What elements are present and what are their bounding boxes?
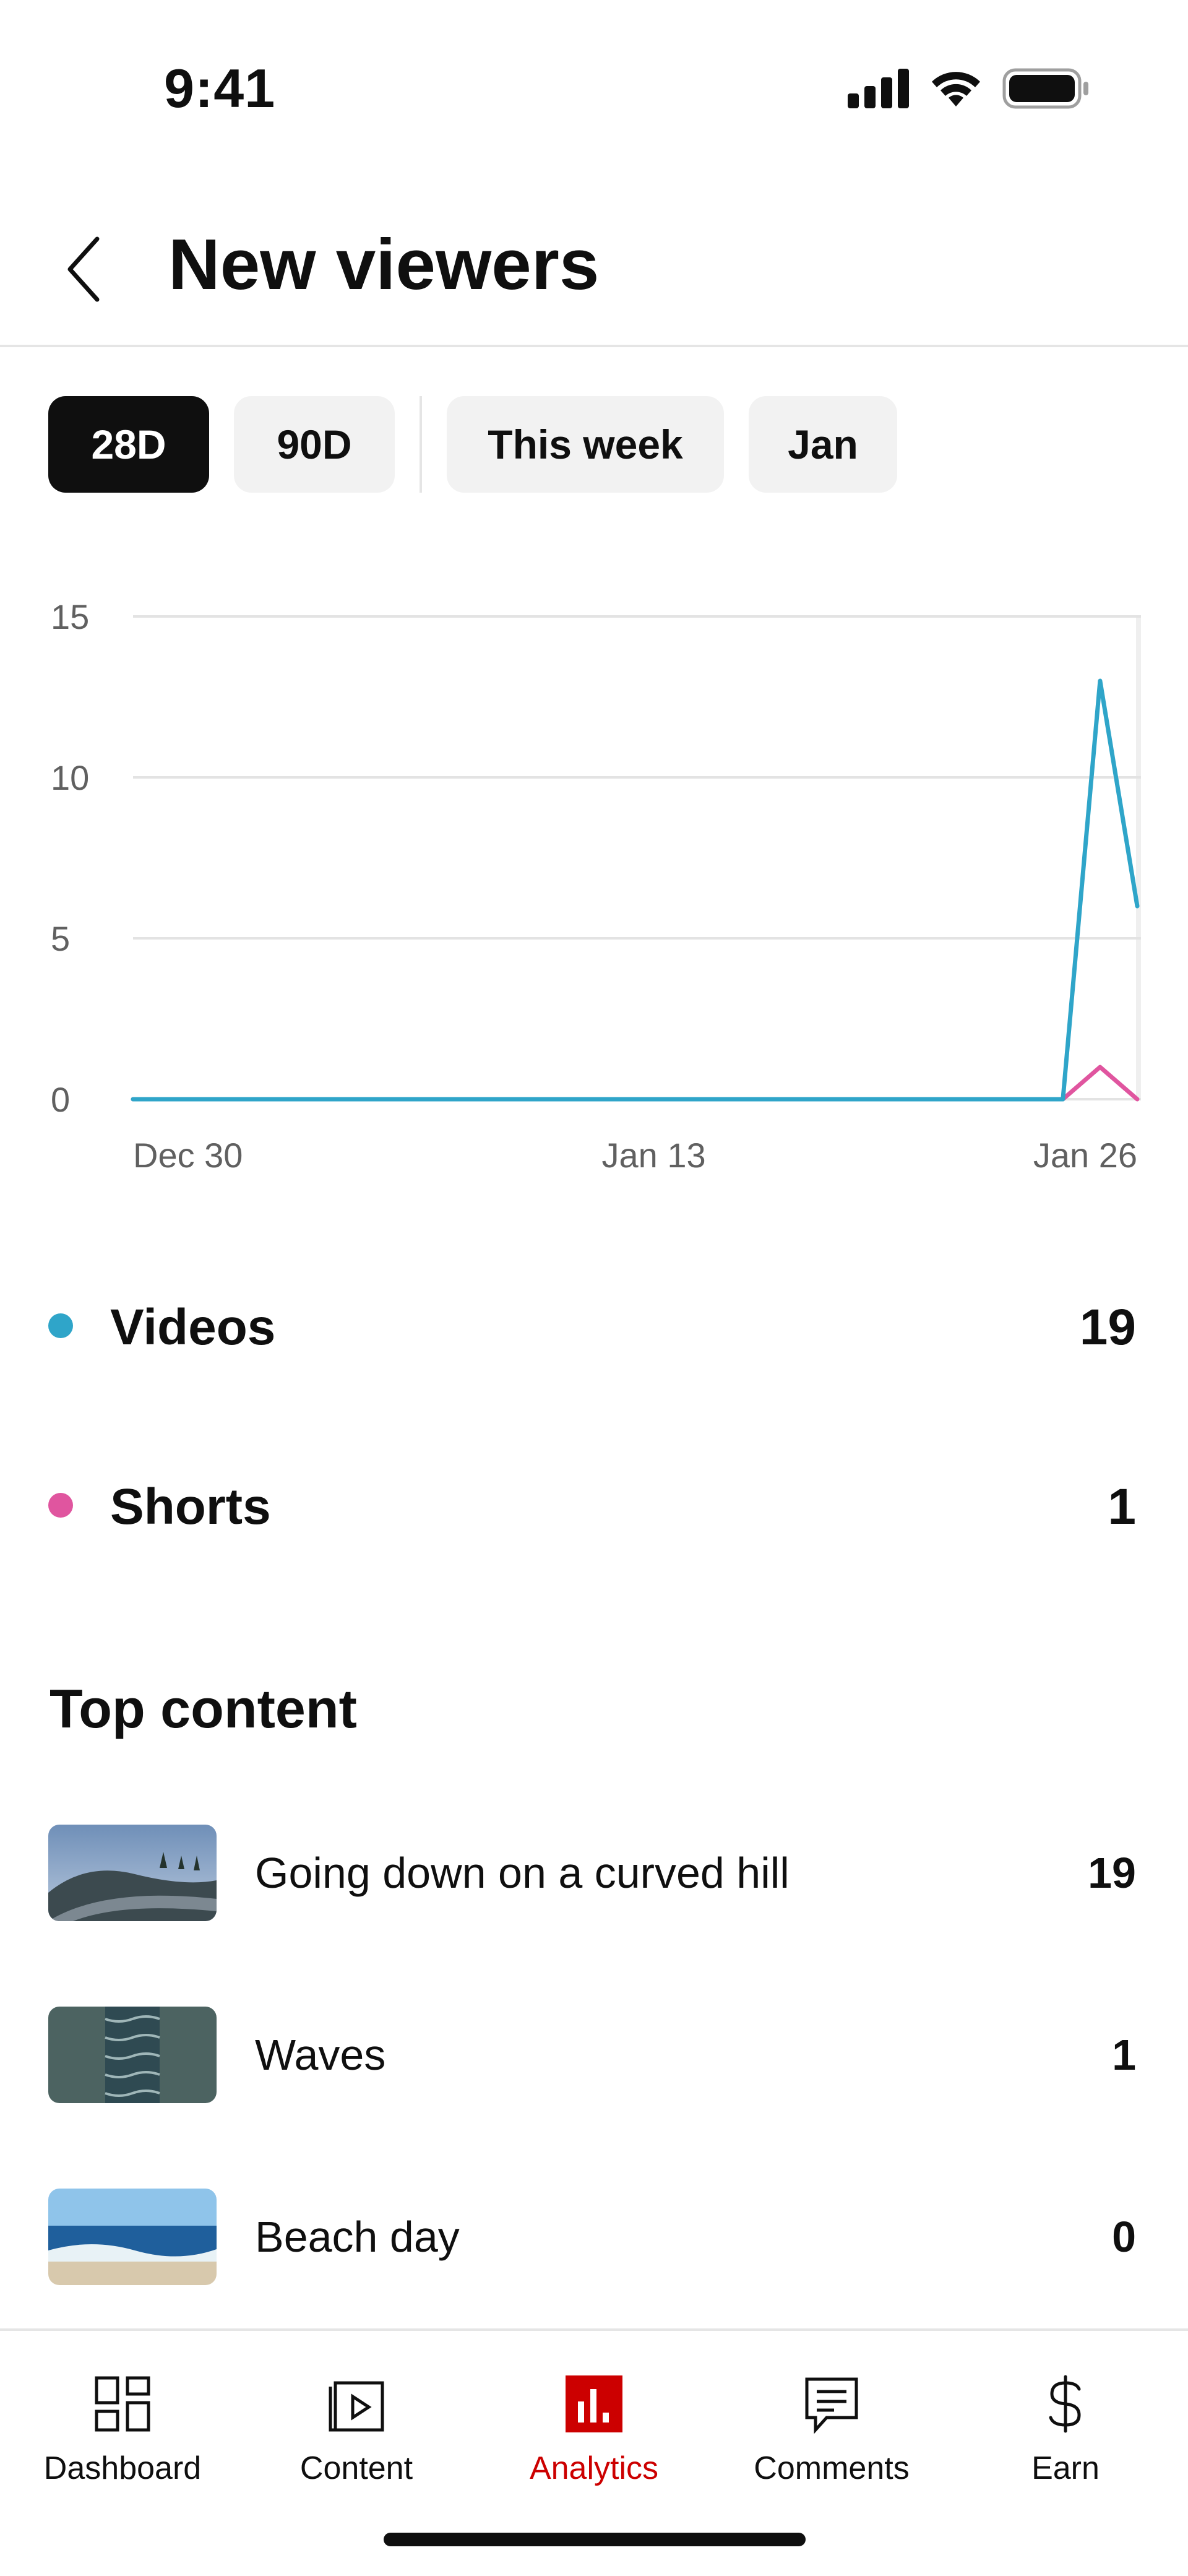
nav-label: Analytics (529, 2450, 659, 2486)
y-tick-label: 5 (51, 919, 70, 958)
content-title: Waves (255, 2031, 386, 2079)
content-value: 19 (1088, 1849, 1136, 1897)
content-title: Going down on a curved hill (255, 1849, 790, 1897)
video-thumbnail (48, 2189, 217, 2285)
page-title: New viewers (168, 224, 600, 305)
legend-value: 19 (1079, 1299, 1136, 1355)
content-value: 1 (1112, 2031, 1136, 2079)
content-item[interactable]: Going down on a curved hill 19 (0, 1825, 1188, 1924)
wifi-icon (932, 72, 980, 106)
nav-label: Dashboard (43, 2450, 202, 2486)
nav-label: Content (299, 2450, 413, 2486)
legend-label: Videos (110, 1299, 276, 1355)
shorts-dot-icon (48, 1493, 73, 1518)
content-title: Beach day (255, 2213, 460, 2261)
date-range-chips: 28D 90D This week Jan (48, 396, 922, 493)
cellular-signal-icon (848, 69, 909, 108)
home-indicator (384, 2533, 806, 2546)
nav-comments[interactable]: Comments (713, 2351, 950, 2493)
legend-row-shorts[interactable]: Shorts 1 (0, 1430, 1188, 1554)
chip-separator (420, 396, 422, 493)
back-button[interactable] (56, 229, 111, 309)
status-bar: 9:41 (0, 0, 1188, 142)
short-thumbnail (48, 2007, 217, 2103)
top-content-title: Top content (50, 1678, 357, 1739)
y-tick-label: 10 (51, 758, 89, 797)
battery-icon (1002, 68, 1088, 109)
nav-earn[interactable]: Earn (947, 2351, 1184, 2493)
videos-dot-icon (48, 1313, 73, 1338)
new-viewers-chart: 0 5 10 15 Dec 30 Jan 13 Jan 26 (0, 576, 1188, 1195)
header: New viewers (0, 198, 1188, 347)
nav-label: Comments (754, 2450, 910, 2486)
chip-90d[interactable]: 90D (234, 396, 395, 493)
earn-icon (1035, 2373, 1096, 2435)
status-icons (848, 68, 1089, 109)
analytics-icon (563, 2373, 625, 2435)
status-time: 9:41 (164, 58, 276, 119)
chip-28d[interactable]: 28D (48, 396, 209, 493)
legend-label: Shorts (110, 1479, 271, 1535)
content-value: 0 (1112, 2213, 1136, 2261)
x-tick-label: Jan 13 (601, 1136, 705, 1175)
video-thumbnail (48, 1825, 217, 1921)
current-day-highlight (1136, 616, 1141, 1099)
dashboard-icon (92, 2373, 153, 2435)
line-chart: 0 5 10 15 Dec 30 Jan 13 Jan 26 (51, 597, 1141, 1175)
header-divider (0, 345, 1188, 347)
legend-row-videos[interactable]: Videos 19 (0, 1250, 1188, 1374)
series-line-shorts (131, 1065, 1140, 1102)
legend-value: 1 (1108, 1479, 1136, 1535)
content-item[interactable]: Waves 1 (0, 2007, 1188, 2106)
content-item[interactable]: Beach day 0 (0, 2189, 1188, 2288)
y-tick-label: 15 (51, 597, 89, 636)
nav-content[interactable]: Content (238, 2351, 475, 2493)
bottom-nav-divider (0, 2328, 1188, 2331)
series-line-videos (131, 678, 1140, 1102)
chevron-left-icon (67, 236, 100, 302)
nav-label: Earn (1031, 2450, 1100, 2486)
comments-icon (801, 2373, 863, 2435)
nav-dashboard[interactable]: Dashboard (4, 2351, 241, 2493)
chip-this-week[interactable]: This week (447, 396, 724, 493)
y-tick-label: 0 (51, 1080, 70, 1119)
nav-analytics[interactable]: Analytics (475, 2351, 713, 2493)
x-tick-label: Jan 26 (1033, 1136, 1137, 1175)
chip-jan[interactable]: Jan (749, 396, 897, 493)
content-icon (325, 2373, 387, 2435)
x-tick-label: Dec 30 (133, 1136, 243, 1175)
